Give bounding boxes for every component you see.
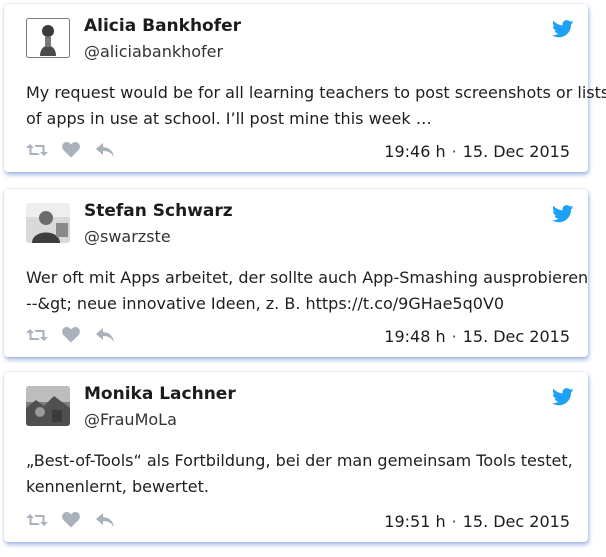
avatar[interactable] <box>26 386 70 426</box>
avatar-illustrated-woman-icon <box>26 18 70 58</box>
author-name[interactable]: Monika Lachner <box>84 384 236 404</box>
tweet-date: 15. Dec 2015 <box>462 142 570 161</box>
reply-icon[interactable] <box>94 140 116 160</box>
retweet-icon[interactable] <box>26 140 48 160</box>
tweet-text-line: Wer oft mit Apps arbeitet, der sollte au… <box>26 268 589 287</box>
twitter-bird-icon[interactable] <box>552 20 574 38</box>
tweet-time: 19:51 h <box>384 512 446 531</box>
tweet-text-line: My request would be for all learning tea… <box>26 83 606 102</box>
reply-icon[interactable] <box>94 325 116 345</box>
tweet-text-line: „Best-of-Tools“ als Fortbildung, bei der… <box>26 451 573 470</box>
author-handle[interactable]: @swarzste <box>84 227 171 246</box>
avatar[interactable] <box>26 18 70 58</box>
tweet-card: Alicia Bankhofer @aliciabankhofer My req… <box>4 4 606 172</box>
tweet-actions <box>26 140 128 160</box>
heart-icon[interactable] <box>60 510 82 530</box>
retweet-icon[interactable] <box>26 510 48 530</box>
heart-icon[interactable] <box>60 140 82 160</box>
tweet-text: My request would be for all learning tea… <box>26 80 606 132</box>
tweet-text: „Best-of-Tools“ als Fortbildung, bei der… <box>26 448 574 500</box>
tweet-time: 19:46 h <box>384 142 446 161</box>
tweet-timestamp[interactable]: 19:48 h · 15. Dec 2015 <box>384 327 570 346</box>
heart-icon[interactable] <box>60 325 82 345</box>
tweet-actions <box>26 510 128 530</box>
tweet-text-line: --&gt; neue innovative Ideen, z. B. http… <box>26 294 505 313</box>
author-handle[interactable]: @FrauMoLa <box>84 410 177 429</box>
tweet-card: Monika Lachner @FrauMoLa „Best-of-Tools“… <box>4 372 588 542</box>
meta-separator: · <box>451 327 457 346</box>
tweet-text: Wer oft mit Apps arbeitet, der sollte au… <box>26 265 589 317</box>
tweet-time: 19:48 h <box>384 327 446 346</box>
tweet-text-line: of apps in use at school. I’ll post mine… <box>26 109 432 128</box>
tweet-timestamp[interactable]: 19:46 h · 15. Dec 2015 <box>384 142 570 161</box>
twitter-bird-icon[interactable] <box>552 205 574 223</box>
retweet-icon[interactable] <box>26 325 48 345</box>
meta-separator: · <box>451 512 457 531</box>
twitter-bird-icon[interactable] <box>552 388 574 406</box>
meta-separator: · <box>451 142 457 161</box>
author-name[interactable]: Alicia Bankhofer <box>84 16 241 36</box>
tweet-actions <box>26 325 128 345</box>
avatar-photo-landscape-icon <box>26 386 70 426</box>
author-handle[interactable]: @aliciabankhofer <box>84 42 223 61</box>
tweet-card: Stefan Schwarz @swarzste Wer oft mit App… <box>4 189 588 357</box>
reply-icon[interactable] <box>94 510 116 530</box>
tweet-text-line: kennenlernt, bewertet. <box>26 477 209 496</box>
avatar-photo-man-icon <box>26 203 70 243</box>
tweet-timestamp[interactable]: 19:51 h · 15. Dec 2015 <box>384 512 570 531</box>
avatar[interactable] <box>26 203 70 243</box>
tweet-date: 15. Dec 2015 <box>462 327 570 346</box>
tweet-date: 15. Dec 2015 <box>462 512 570 531</box>
author-name[interactable]: Stefan Schwarz <box>84 201 233 221</box>
